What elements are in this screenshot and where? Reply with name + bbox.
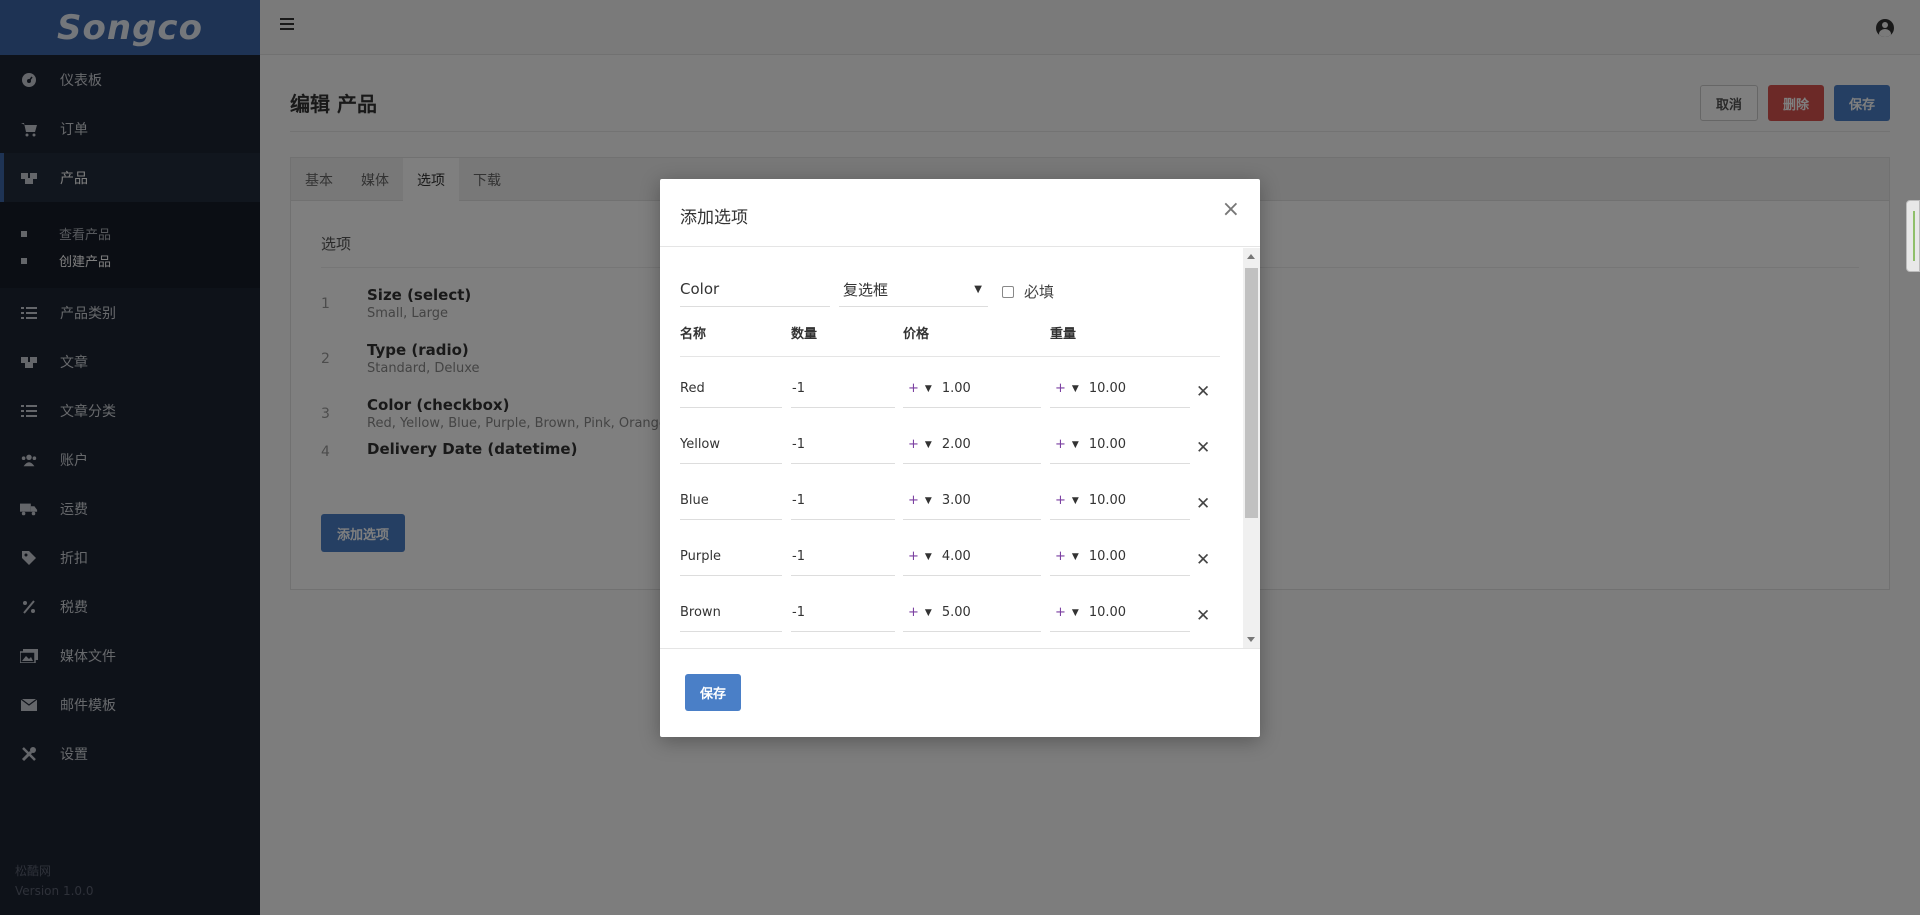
weight-value: 10.00 — [1088, 493, 1127, 508]
caret-down-icon: ▼ — [924, 439, 932, 450]
caret-down-icon: ▼ — [924, 495, 932, 506]
option-name-input[interactable]: Color — [680, 272, 830, 307]
value-weight-field[interactable]: + ▼ 10.00 — [1050, 370, 1190, 408]
remove-icon[interactable]: ✕ — [1196, 606, 1210, 626]
caret-down-icon: ▼ — [1071, 383, 1079, 394]
weight-sign[interactable]: + — [1055, 493, 1066, 508]
value-qty-input[interactable]: -1 — [791, 370, 895, 408]
table-row: Red -1 + ▼ 1.00 + ▼ 10.00 ✕ — [660, 358, 1260, 414]
required-checkbox-group[interactable]: 必填 — [1002, 281, 1054, 302]
value-price-field[interactable]: + ▼ 1.00 — [903, 370, 1041, 408]
scroll-thumb[interactable] — [1245, 268, 1258, 518]
column-header-weight: 重量 — [1050, 327, 1077, 342]
modal-title: 添加选项 — [680, 208, 748, 228]
value-qty-input[interactable]: -1 — [791, 426, 895, 464]
remove-icon[interactable]: ✕ — [1196, 382, 1210, 402]
modal-footer: 保存 — [660, 648, 1260, 737]
caret-down-icon: ▼ — [924, 607, 932, 618]
weight-value: 10.00 — [1088, 437, 1127, 452]
value-price-field[interactable]: + ▼ 3.00 — [903, 482, 1041, 520]
weight-sign[interactable]: + — [1055, 381, 1066, 396]
table-row: Blue -1 + ▼ 3.00 + ▼ 10.00 ✕ — [660, 470, 1260, 526]
price-sign[interactable]: + — [908, 549, 919, 564]
remove-icon[interactable]: ✕ — [1196, 550, 1210, 570]
weight-value: 10.00 — [1088, 381, 1127, 396]
price-value: 2.00 — [941, 437, 971, 452]
price-sign[interactable]: + — [908, 493, 919, 508]
value-weight-field[interactable]: + ▼ 10.00 — [1050, 426, 1190, 464]
value-name-input[interactable]: Brown — [680, 594, 782, 632]
table-row: Brown -1 + ▼ 5.00 + ▼ 10.00 ✕ — [660, 582, 1260, 638]
side-widget[interactable] — [1906, 200, 1920, 272]
value-weight-field[interactable]: + ▼ 10.00 — [1050, 482, 1190, 520]
price-sign[interactable]: + — [908, 605, 919, 620]
weight-value: 10.00 — [1088, 549, 1127, 564]
remove-icon[interactable]: ✕ — [1196, 438, 1210, 458]
modal-body: Color 复选框 ▼ 必填 名称 数量 价格 重量 Red -1 + ▼ 1.00… — [660, 248, 1260, 648]
value-price-field[interactable]: + ▼ 4.00 — [903, 538, 1041, 576]
scroll-down-icon[interactable] — [1247, 637, 1255, 642]
add-option-modal: 添加选项 × Color 复选框 ▼ 必填 名称 数量 价格 重量 Red -1… — [660, 179, 1260, 737]
column-header-price: 价格 — [903, 327, 930, 342]
caret-down-icon: ▼ — [924, 551, 932, 562]
column-header-name: 名称 — [680, 327, 707, 342]
price-sign[interactable]: + — [908, 437, 919, 452]
weight-sign[interactable]: + — [1055, 605, 1066, 620]
table-row: Yellow -1 + ▼ 2.00 + ▼ 10.00 ✕ — [660, 414, 1260, 470]
column-header-qty: 数量 — [791, 327, 818, 342]
value-qty-input[interactable]: -1 — [791, 594, 895, 632]
divider — [680, 356, 1220, 357]
price-sign[interactable]: + — [908, 381, 919, 396]
scroll-up-icon[interactable] — [1247, 254, 1255, 259]
weight-sign[interactable]: + — [1055, 549, 1066, 564]
price-value: 1.00 — [941, 381, 971, 396]
modal-scrollbar[interactable] — [1243, 248, 1260, 648]
caret-down-icon: ▼ — [1071, 551, 1079, 562]
remove-icon[interactable]: ✕ — [1196, 494, 1210, 514]
value-weight-field[interactable]: + ▼ 10.00 — [1050, 594, 1190, 632]
value-qty-input[interactable]: -1 — [791, 538, 895, 576]
required-checkbox[interactable] — [1002, 285, 1014, 298]
price-value: 4.00 — [941, 549, 971, 564]
weight-sign[interactable]: + — [1055, 437, 1066, 452]
close-icon[interactable]: × — [1222, 197, 1240, 222]
value-weight-field[interactable]: + ▼ 10.00 — [1050, 538, 1190, 576]
modal-save-button[interactable]: 保存 — [685, 674, 741, 711]
caret-down-icon: ▼ — [1071, 439, 1079, 450]
value-price-field[interactable]: + ▼ 5.00 — [903, 594, 1041, 632]
caret-down-icon: ▼ — [1071, 607, 1079, 618]
modal-header: 添加选项 × — [660, 179, 1260, 247]
option-type-select[interactable]: 复选框 ▼ — [839, 272, 988, 307]
weight-value: 10.00 — [1088, 605, 1127, 620]
caret-down-icon: ▼ — [974, 283, 982, 295]
value-price-field[interactable]: + ▼ 2.00 — [903, 426, 1041, 464]
caret-down-icon: ▼ — [924, 383, 932, 394]
price-value: 3.00 — [941, 493, 971, 508]
value-name-input[interactable]: Purple — [680, 538, 782, 576]
required-label: 必填 — [1024, 283, 1055, 301]
value-name-input[interactable]: Blue — [680, 482, 782, 520]
value-qty-input[interactable]: -1 — [791, 482, 895, 520]
caret-down-icon: ▼ — [1071, 495, 1079, 506]
table-row: Purple -1 + ▼ 4.00 + ▼ 10.00 ✕ — [660, 526, 1260, 582]
price-value: 5.00 — [941, 605, 971, 620]
value-name-input[interactable]: Red — [680, 370, 782, 408]
option-type-value: 复选框 — [843, 280, 889, 299]
value-name-input[interactable]: Yellow — [680, 426, 782, 464]
